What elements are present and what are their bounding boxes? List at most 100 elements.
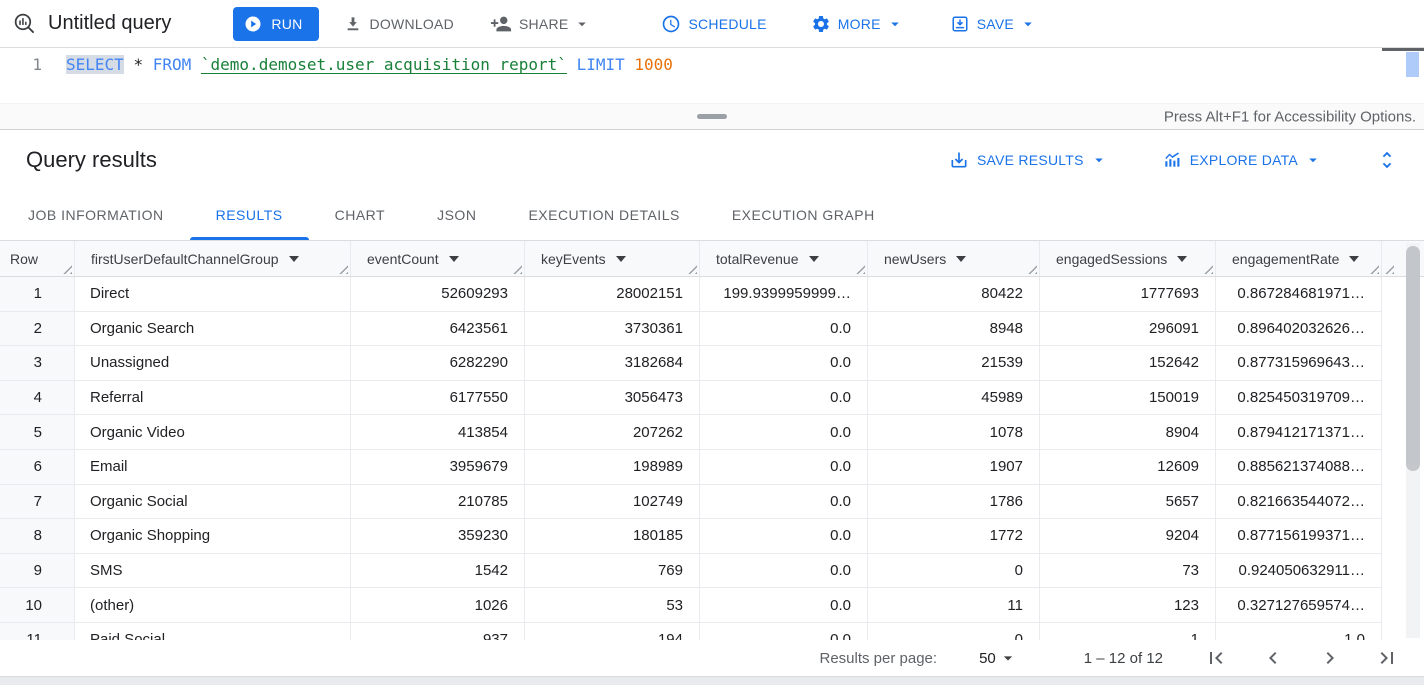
sql-code-line[interactable]: SELECT * FROM `demo.demoset.user_acquisi… <box>66 48 673 103</box>
collapse-panel-button[interactable] <box>1376 149 1398 171</box>
column-resize-grip[interactable] <box>511 263 522 274</box>
chevron-down-icon <box>573 15 591 33</box>
row-number-cell: 11 <box>0 623 75 640</box>
save-alt-icon <box>949 150 969 170</box>
column-resize-grip[interactable] <box>1368 263 1379 274</box>
cell-firstUserDefaultChannelGroup: Organic Social <box>75 485 351 519</box>
column-resize-grip[interactable] <box>1202 263 1213 274</box>
page-size-select[interactable]: 50 <box>979 648 1018 668</box>
cell-engagedSessions: 150019 <box>1040 381 1216 415</box>
horizontal-scrollbar[interactable] <box>0 676 1424 685</box>
cell-engagedSessions: 8904 <box>1040 415 1216 449</box>
tab-execution-graph[interactable]: EXECUTION GRAPH <box>706 189 901 240</box>
save-icon <box>950 14 970 34</box>
accessibility-hint: Press Alt+F1 for Accessibility Options. <box>1164 108 1416 125</box>
cell-keyEvents: 28002151 <box>525 277 700 311</box>
table-row: 9SMS15427690.00730.924050632911… <box>0 554 1382 589</box>
sql-token-plain <box>124 55 134 74</box>
tab-results[interactable]: RESULTS <box>190 189 309 240</box>
column-header-Row[interactable]: Row <box>0 241 75 276</box>
run-button[interactable]: RUN <box>233 7 318 41</box>
cell-totalRevenue: 0.0 <box>700 381 868 415</box>
query-title: Untitled query <box>48 12 171 35</box>
cell-newUsers: 80422 <box>868 277 1040 311</box>
tab-json[interactable]: JSON <box>411 189 502 240</box>
column-header-eventCount[interactable]: eventCount <box>351 241 525 276</box>
panel-splitter: Press Alt+F1 for Accessibility Options. <box>0 103 1424 130</box>
column-menu-caret-icon[interactable] <box>289 256 299 262</box>
unfold-more-icon <box>1376 149 1398 171</box>
column-menu-caret-icon[interactable] <box>1349 256 1359 262</box>
cell-firstUserDefaultChannelGroup: Email <box>75 450 351 484</box>
splitter-drag-handle[interactable] <box>697 114 727 119</box>
tab-execution-details[interactable]: EXECUTION DETAILS <box>502 189 705 240</box>
row-number-cell: 3 <box>0 346 75 380</box>
column-resize-grip[interactable] <box>337 263 348 274</box>
column-resize-grip[interactable] <box>854 263 865 274</box>
cell-totalRevenue: 0.0 <box>700 415 868 449</box>
column-header-newUsers[interactable]: newUsers <box>868 241 1040 276</box>
editor-scrollbar-thumb[interactable] <box>1406 52 1419 77</box>
column-header-engagedSessions[interactable]: engagedSessions <box>1040 241 1216 276</box>
cell-newUsers: 45989 <box>868 381 1040 415</box>
first-page-button[interactable] <box>1203 645 1229 671</box>
cell-newUsers: 1772 <box>868 519 1040 553</box>
share-button-label: SHARE <box>519 16 568 32</box>
column-label: totalRevenue <box>716 251 799 267</box>
schedule-button[interactable]: SCHEDULE <box>649 6 778 42</box>
save-button[interactable]: SAVE <box>938 6 1049 42</box>
last-page-button[interactable] <box>1374 645 1400 671</box>
column-header-keyEvents[interactable]: keyEvents <box>525 241 700 276</box>
cell-totalRevenue: 0.0 <box>700 485 868 519</box>
column-menu-caret-icon[interactable] <box>1177 256 1187 262</box>
next-page-button[interactable] <box>1317 645 1343 671</box>
sql-token-plain <box>191 55 201 74</box>
cell-firstUserDefaultChannelGroup: (other) <box>75 588 351 622</box>
column-header-engagementRate[interactable]: engagementRate <box>1216 241 1382 276</box>
vertical-scrollbar[interactable] <box>1406 243 1420 638</box>
column-menu-caret-icon[interactable] <box>809 256 819 262</box>
column-header-firstUserDefaultChannelGroup[interactable]: firstUserDefaultChannelGroup <box>75 241 351 276</box>
column-resize-grip[interactable] <box>686 263 697 274</box>
sql-editor[interactable]: 1 SELECT * FROM `demo.demoset.user_acqui… <box>0 48 1424 103</box>
column-resize-grip[interactable] <box>1026 263 1037 274</box>
tab-job-information[interactable]: JOB INFORMATION <box>2 189 190 240</box>
row-number-cell: 4 <box>0 381 75 415</box>
row-number-cell: 6 <box>0 450 75 484</box>
download-button[interactable]: DOWNLOAD <box>331 6 466 42</box>
previous-page-button[interactable] <box>1260 645 1286 671</box>
results-table: RowfirstUserDefaultChannelGroup eventCoun… <box>0 241 1424 640</box>
table-edge-cell <box>1382 241 1396 276</box>
save-results-button[interactable]: SAVE RESULTS <box>949 150 1108 170</box>
table-header-row: RowfirstUserDefaultChannelGroup eventCoun… <box>0 241 1424 277</box>
cell-engagedSessions: 73 <box>1040 554 1216 588</box>
cell-firstUserDefaultChannelGroup: Direct <box>75 277 351 311</box>
vertical-scrollbar-thumb[interactable] <box>1406 246 1420 471</box>
column-resize-grip[interactable] <box>1383 263 1394 274</box>
cell-eventCount: 6282290 <box>351 346 525 380</box>
cell-eventCount: 413854 <box>351 415 525 449</box>
explore-data-label: EXPLORE DATA <box>1190 152 1298 168</box>
column-resize-grip[interactable] <box>61 263 72 274</box>
cell-engagementRate: 0.867284681971… <box>1216 277 1382 311</box>
column-menu-caret-icon[interactable] <box>616 256 626 262</box>
tab-chart[interactable]: CHART <box>309 189 411 240</box>
column-menu-caret-icon[interactable] <box>449 256 459 262</box>
explore-data-button[interactable]: EXPLORE DATA <box>1162 150 1322 170</box>
column-header-totalRevenue[interactable]: totalRevenue <box>700 241 868 276</box>
row-number-cell: 8 <box>0 519 75 553</box>
more-button[interactable]: MORE <box>799 6 916 42</box>
cell-newUsers: 21539 <box>868 346 1040 380</box>
chevron-down-icon <box>1304 151 1322 169</box>
cell-engagementRate: 0.924050632911… <box>1216 554 1382 588</box>
column-label: engagedSessions <box>1056 251 1167 267</box>
cell-keyEvents: 769 <box>525 554 700 588</box>
column-label: eventCount <box>367 251 439 267</box>
share-button[interactable]: SHARE <box>478 6 603 42</box>
column-menu-caret-icon[interactable] <box>956 256 966 262</box>
query-editor-toolbar: Untitled query RUN DOWNLOAD SHARE SCHEDU… <box>0 0 1424 48</box>
play-circle-icon <box>243 14 263 34</box>
cell-firstUserDefaultChannelGroup: SMS <box>75 554 351 588</box>
pagination-footer: Results per page: 50 1 – 12 of 12 <box>0 640 1424 676</box>
save-results-label: SAVE RESULTS <box>977 152 1084 168</box>
